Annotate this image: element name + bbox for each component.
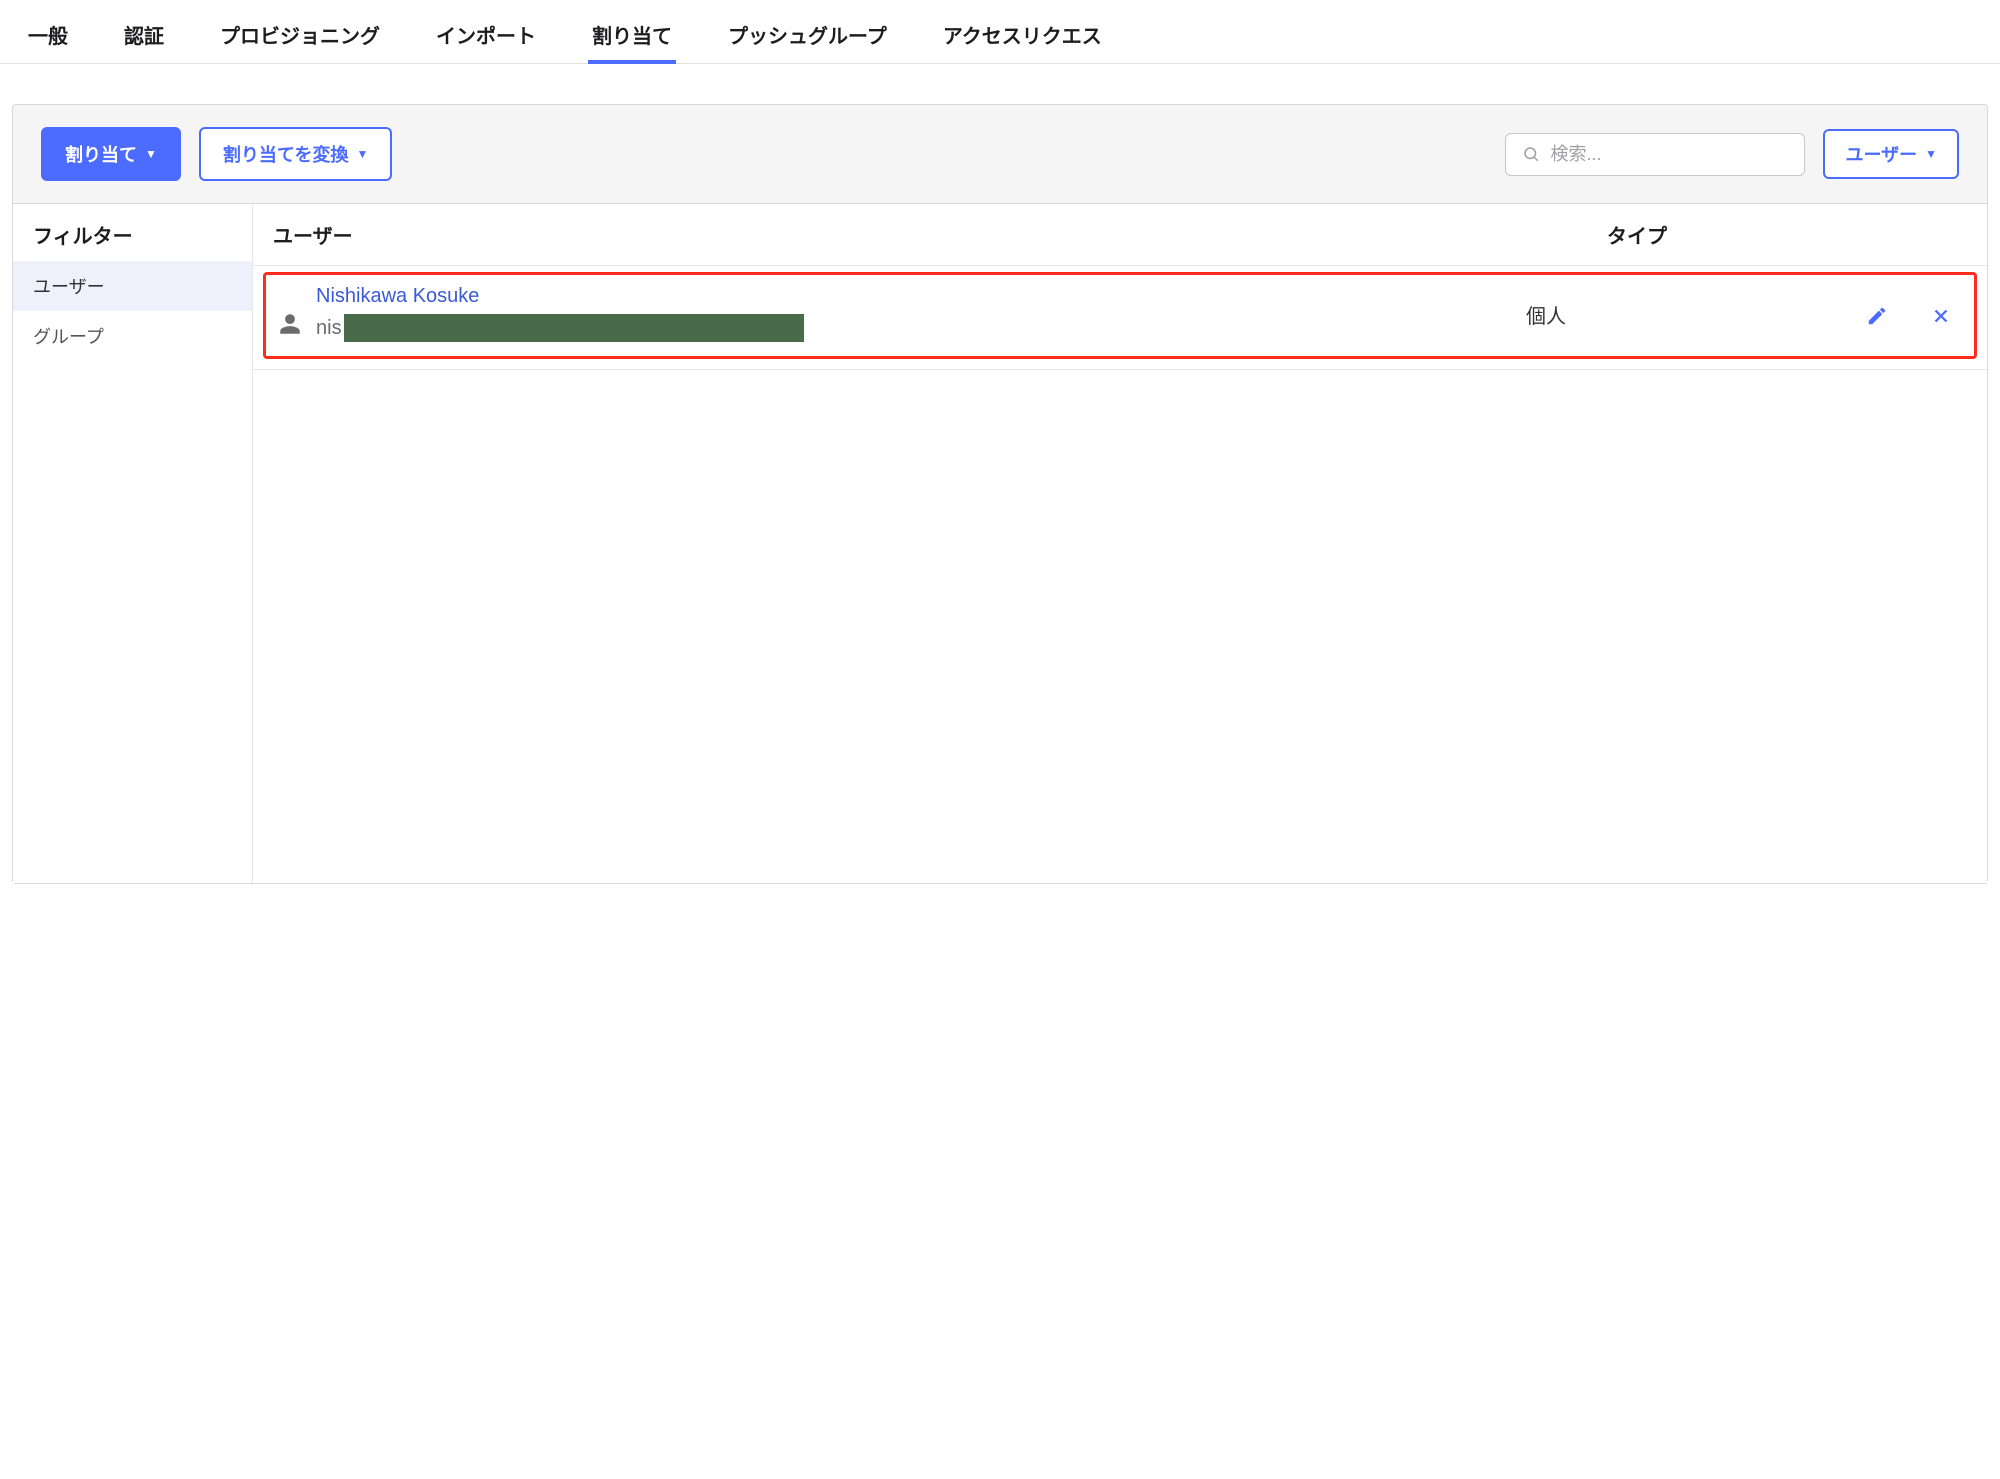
user-email: nis [316, 314, 1526, 342]
tab-assignments[interactable]: 割り当て [588, 12, 676, 63]
table-header: ユーザー タイプ [253, 204, 1987, 266]
tab-general[interactable]: 一般 [24, 12, 72, 63]
sidebar-item-users[interactable]: ユーザー [13, 261, 252, 311]
assign-button-label: 割り当て [65, 141, 137, 167]
header-type: タイプ [1607, 220, 1967, 249]
caret-down-icon: ▼ [1925, 147, 1937, 161]
type-cell: 個人 [1526, 298, 1866, 329]
filter-dropdown[interactable]: ユーザー ▼ [1823, 129, 1959, 179]
top-tabs: 一般 認証 プロビジョニング インポート 割り当て プッシュグループ アクセスリ… [0, 0, 2000, 64]
search-icon [1522, 145, 1540, 163]
user-name-link[interactable]: Nishikawa Kosuke [316, 285, 1526, 308]
caret-down-icon: ▼ [145, 147, 157, 161]
tab-auth[interactable]: 認証 [120, 12, 168, 63]
user-email-prefix: nis [316, 317, 342, 340]
redacted-block [344, 314, 804, 342]
dropdown-label: ユーザー [1845, 141, 1917, 167]
tab-provisioning[interactable]: プロビジョニング [216, 12, 384, 63]
search-field[interactable] [1505, 133, 1805, 176]
tab-import[interactable]: インポート [432, 12, 540, 63]
toolbar: 割り当て ▼ 割り当てを変換 ▼ ユーザー ▼ [13, 105, 1987, 203]
main-area: ユーザー タイプ Nishikawa Kosuke nis [253, 204, 1987, 883]
tab-push-groups[interactable]: プッシュグループ [724, 12, 891, 63]
caret-down-icon: ▼ [357, 147, 369, 161]
table-row-wrap: Nishikawa Kosuke nis 個人 [253, 266, 1987, 370]
search-input[interactable] [1550, 144, 1788, 165]
close-icon[interactable] [1930, 305, 1952, 327]
sidebar-item-groups[interactable]: グループ [13, 311, 252, 361]
avatar [272, 291, 308, 337]
tab-access-requests[interactable]: アクセスリクエス [939, 12, 1106, 63]
assign-button[interactable]: 割り当て ▼ [41, 127, 181, 181]
content-area: フィルター ユーザー グループ ユーザー タイプ Nishikawa Kosuk… [13, 203, 1987, 883]
header-user: ユーザー [273, 220, 1607, 249]
convert-assignment-button[interactable]: 割り当てを変換 ▼ [199, 127, 393, 181]
table-row: Nishikawa Kosuke nis 個人 [263, 272, 1977, 359]
user-info: Nishikawa Kosuke nis [308, 285, 1526, 342]
sidebar-title: フィルター [13, 204, 252, 261]
assignments-panel: 割り当て ▼ 割り当てを変換 ▼ ユーザー ▼ フィルター ユーザー グループ [12, 104, 1988, 884]
edit-icon[interactable] [1866, 305, 1888, 327]
person-icon [277, 311, 303, 337]
row-actions [1866, 301, 1960, 327]
filter-sidebar: フィルター ユーザー グループ [13, 204, 253, 883]
convert-button-label: 割り当てを変換 [223, 141, 349, 167]
